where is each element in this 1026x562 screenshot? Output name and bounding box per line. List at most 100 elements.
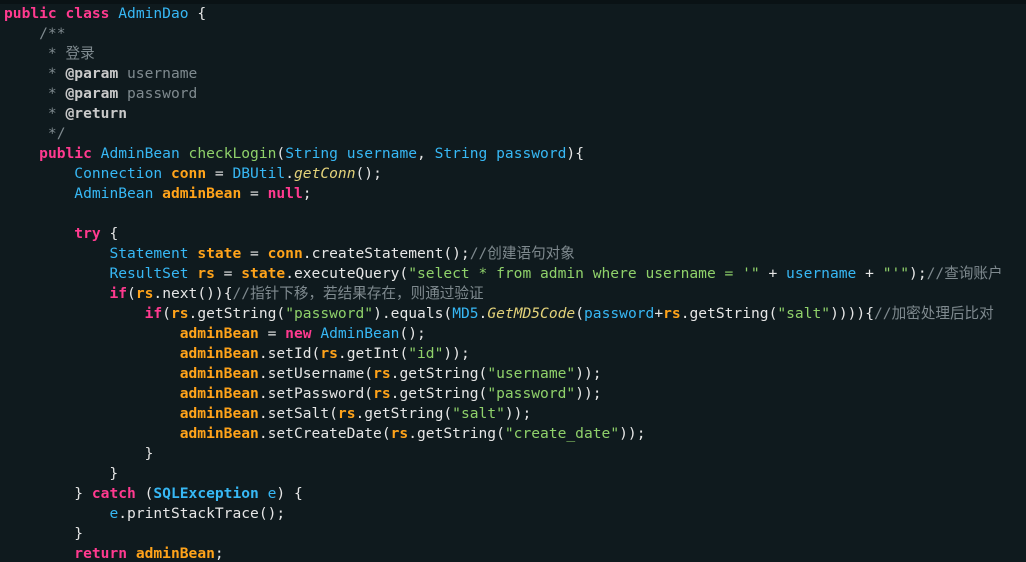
code-token: rs <box>373 365 391 382</box>
code-token: executeQuery <box>293 265 400 282</box>
code-token: setCreateDate <box>267 425 382 442</box>
code-token: adminBean <box>179 325 259 342</box>
code-line[interactable]: ResultSet rs = state.executeQuery("selec… <box>4 264 1026 284</box>
code-token: "create_date" <box>504 425 620 442</box>
code-token: adminBean <box>179 405 259 422</box>
code-area[interactable]: public class AdminDao { /** * 登录 * @para… <box>4 4 1026 562</box>
code-token: createStatement <box>311 245 444 262</box>
code-token: . <box>285 265 294 282</box>
code-token: } <box>4 465 119 482</box>
code-token: )); <box>443 345 470 362</box>
code-token: catch <box>91 485 136 502</box>
code-token: (); <box>443 245 470 262</box>
code-token: adminBean <box>179 345 259 362</box>
code-token: null <box>267 185 303 202</box>
code-line[interactable]: } catch (SQLException e) { <box>4 484 1026 504</box>
code-token: getString <box>197 305 277 322</box>
code-line[interactable]: public class AdminDao { <box>4 4 1026 24</box>
code-line[interactable]: } <box>4 524 1026 544</box>
code-token: adminBean <box>135 545 215 562</box>
code-line[interactable]: * @return <box>4 104 1026 124</box>
code-line[interactable]: return adminBean; <box>4 544 1026 562</box>
code-line[interactable]: * @param username <box>4 64 1026 84</box>
code-token: ). <box>373 305 391 322</box>
code-line[interactable]: try { <box>4 224 1026 244</box>
code-line[interactable]: adminBean.setUsername(rs.getString("user… <box>4 364 1026 384</box>
code-token: ( <box>443 405 453 422</box>
code-token: String <box>434 145 488 162</box>
code-token: { <box>188 5 207 22</box>
code-line[interactable]: } <box>4 444 1026 464</box>
code-token: password <box>118 85 198 102</box>
code-token: , <box>417 145 435 162</box>
code-line[interactable]: adminBean.setSalt(rs.getString("salt")); <box>4 404 1026 424</box>
code-line[interactable]: * @param password <box>4 84 1026 104</box>
code-token: equals <box>390 305 444 322</box>
code-token: @param <box>65 85 119 102</box>
code-token: . <box>302 245 312 262</box>
code-token: new <box>285 325 312 342</box>
code-token: ; <box>302 185 312 202</box>
code-token: . <box>355 405 365 422</box>
code-token: . <box>258 365 268 382</box>
code-token: next <box>162 285 198 302</box>
code-line[interactable]: public AdminBean checkLogin(String usern… <box>4 144 1026 164</box>
code-line[interactable]: Statement state = conn.createStatement()… <box>4 244 1026 264</box>
code-token: class <box>65 5 110 22</box>
code-token: try <box>74 225 101 242</box>
code-line[interactable]: e.printStackTrace(); <box>4 504 1026 524</box>
code-token: { <box>100 225 119 242</box>
code-line[interactable]: } <box>4 464 1026 484</box>
code-token: "username" <box>487 365 576 382</box>
code-token: ) { <box>276 485 303 502</box>
code-token: ( <box>478 385 488 402</box>
code-line[interactable]: adminBean = new AdminBean(); <box>4 324 1026 344</box>
code-token: ( <box>364 385 374 402</box>
code-line[interactable]: /** <box>4 24 1026 44</box>
code-token: //加密处理后比对 <box>874 305 994 322</box>
code-token: ( <box>127 285 136 302</box>
code-token: return <box>74 545 128 562</box>
code-editor[interactable]: public class AdminDao { /** * 登录 * @para… <box>0 0 1026 562</box>
code-line[interactable]: adminBean.setCreateDate(rs.getString("cr… <box>4 424 1026 444</box>
code-token: rs <box>197 265 215 282</box>
code-token: rs <box>663 305 681 322</box>
code-token: )); <box>575 385 602 402</box>
code-token: ( <box>276 145 286 162</box>
code-line[interactable]: * 登录 <box>4 44 1026 64</box>
code-token: = <box>214 265 242 282</box>
code-token: getString <box>689 305 769 322</box>
code-line[interactable] <box>4 204 1026 224</box>
code-line[interactable]: adminBean.setId(rs.getInt("id")); <box>4 344 1026 364</box>
code-token: ( <box>496 425 505 442</box>
code-line[interactable]: if(rs.next()){//指针下移，若结果存在，则通过验证 <box>4 284 1026 304</box>
code-token: checkLogin <box>188 145 277 162</box>
code-token: } <box>4 445 154 462</box>
code-token: (); <box>399 325 426 342</box>
code-token: ( <box>575 305 585 322</box>
code-token: setUsername <box>267 365 365 382</box>
code-line[interactable]: Connection conn = DBUtil.getConn(); <box>4 164 1026 184</box>
code-token: ){ <box>566 145 584 162</box>
code-token: (); <box>355 165 382 182</box>
code-line[interactable]: AdminBean adminBean = null; <box>4 184 1026 204</box>
code-token: )); <box>504 405 532 422</box>
code-token: + <box>759 265 787 282</box>
code-token: getString <box>417 425 497 442</box>
code-line[interactable]: adminBean.setPassword(rs.getString("pass… <box>4 384 1026 404</box>
code-line[interactable]: */ <box>4 124 1026 144</box>
code-token: conn <box>170 165 207 182</box>
code-line[interactable]: if(rs.getString("password").equals(MD5.G… <box>4 304 1026 324</box>
